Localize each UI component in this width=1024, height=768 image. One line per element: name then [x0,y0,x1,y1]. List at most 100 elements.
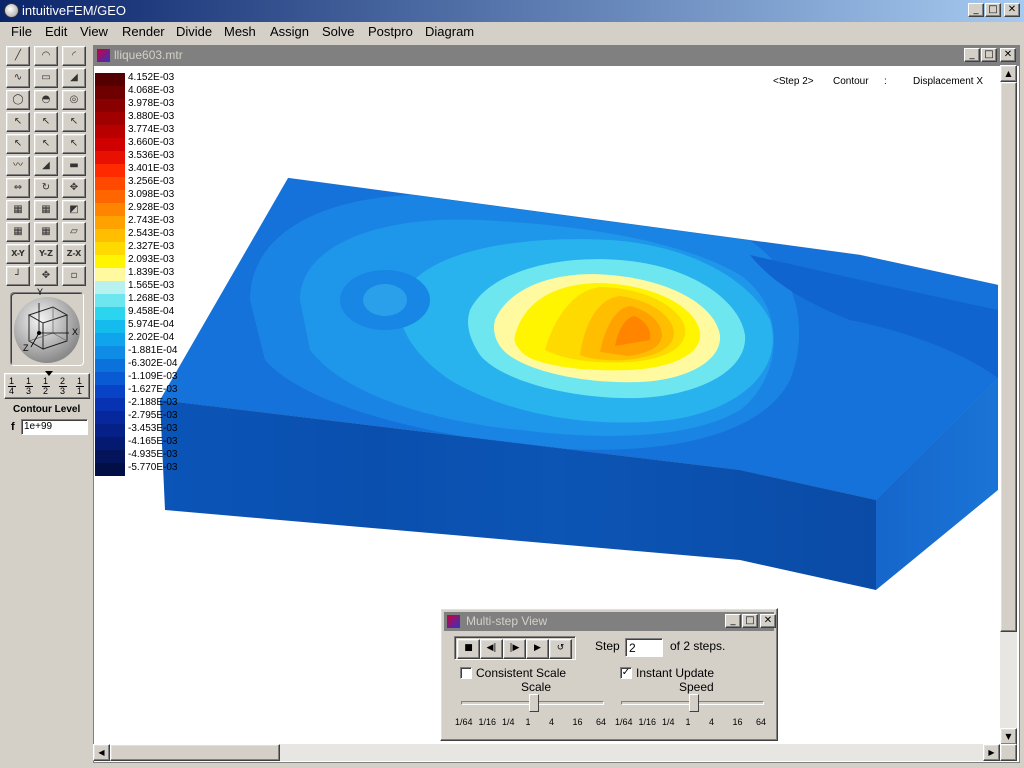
legend-label: 3.401E-03 [128,163,175,174]
legend-swatch [95,242,125,255]
size-grip[interactable] [1000,744,1017,761]
slider-tick-label: 1/16 [638,717,657,727]
legend-swatch [95,307,125,320]
instant-update-label: Instant Update [636,666,715,680]
legend-swatch [95,216,125,229]
legend-label: -6.302E-04 [128,358,178,369]
play-icon[interactable]: ▶ [526,639,549,659]
legend-swatch [95,73,125,86]
slider-tick-label: 1/4 [502,717,515,727]
legend-label: 5.974E-04 [128,319,175,330]
legend-swatch [95,398,125,411]
slider-tick-label: 1/4 [662,717,675,727]
slider-tick-label: 1 [525,717,531,727]
step-input[interactable]: 2 [625,638,663,657]
scroll-up-icon[interactable]: ▲ [1000,65,1017,82]
legend-label: 3.660E-03 [128,137,175,148]
legend-label: -2.188E-03 [128,397,178,408]
legend-label: 1.268E-03 [128,293,175,304]
legend-label: 1.839E-03 [128,267,175,278]
legend-swatch [95,164,125,177]
legend-label: -4.165E-03 [128,436,178,447]
playback-controls: ■ ◀| |▶ ▶ ↺ [454,636,576,660]
legend-swatch [95,255,125,268]
vertical-scrollbar[interactable]: ▲ ▼ [1000,65,1017,745]
slider-tick-label: 1/64 [615,717,633,727]
slider-tick-label: 4 [549,717,555,727]
legend-swatch [95,450,125,463]
scroll-left-icon[interactable]: ◀ [93,744,110,761]
scroll-right-icon[interactable]: ▶ [983,744,1000,761]
legend-label: 4.068E-03 [128,85,175,96]
legend-label: 3.880E-03 [128,111,175,122]
legend-label: 3.098E-03 [128,189,175,200]
legend-swatch [95,333,125,346]
legend-label: 2.327E-03 [128,241,175,252]
legend-swatch [95,177,125,190]
legend-swatch [95,372,125,385]
legend-swatch [95,437,125,450]
scale-slider-thumb[interactable] [528,694,539,712]
legend-swatch [95,281,125,294]
legend-label: 3.536E-03 [128,150,175,161]
dialog-minimize-button[interactable]: _ [725,614,741,628]
instant-update-checkbox[interactable]: ✓ [620,667,632,679]
slider-tick-label: 16 [572,717,583,727]
vertical-scroll-thumb[interactable] [1000,82,1017,632]
legend-swatch [95,268,125,281]
slider-tick-label: 1 [685,717,691,727]
legend-swatch [95,359,125,372]
legend-label: 3.978E-03 [128,98,175,109]
legend-label: -1.627E-03 [128,384,178,395]
consistent-scale-checkbox[interactable] [460,667,472,679]
slider-tick-label: 16 [732,717,743,727]
legend-swatch [95,385,125,398]
legend-swatch [95,346,125,359]
step-label: Step [595,639,620,653]
legend-label: 2.093E-03 [128,254,175,265]
legend-label: 2.202E-04 [128,332,175,343]
legend-swatch [95,411,125,424]
speed-slider-thumb[interactable] [688,694,699,712]
legend-label: -3.453E-03 [128,423,178,434]
legend-label: 2.743E-03 [128,215,175,226]
legend-swatch [95,99,125,112]
legend-label: 2.928E-03 [128,202,175,213]
dialog-close-button[interactable]: ✕ [760,614,776,628]
legend-label: 9.458E-04 [128,306,175,317]
stop-icon[interactable]: ■ [457,639,480,659]
legend-swatch [95,203,125,216]
scroll-down-icon[interactable]: ▼ [1000,728,1017,745]
legend-swatch [95,424,125,437]
legend-swatch [95,294,125,307]
legend-swatch [95,125,125,138]
legend-label: -1.881E-04 [128,345,178,356]
legend-label: 2.543E-03 [128,228,175,239]
legend-swatch [95,151,125,164]
speed-label: Speed [679,680,714,694]
legend-label: 3.774E-03 [128,124,175,135]
legend-label: -2.795E-03 [128,410,178,421]
total-steps-label: of 2 steps. [670,639,726,653]
legend-swatch [95,86,125,99]
legend-swatch [95,463,125,476]
slider-tick-label: 1/16 [478,717,497,727]
dialog-maximize-button[interactable]: □ [742,614,758,628]
step-forward-icon[interactable]: |▶ [503,639,526,659]
legend-label: 3.256E-03 [128,176,175,187]
legend-label: -4.935E-03 [128,449,178,460]
legend-swatch [95,320,125,333]
legend-label: -1.109E-03 [128,371,178,382]
legend-swatch [95,229,125,242]
dialog-icon [447,615,460,628]
legend-label: -5.770E-03 [128,462,178,473]
slider-tick-label: 64 [596,717,607,727]
step-back-icon[interactable]: ◀| [480,639,503,659]
scale-label: Scale [521,680,552,694]
loop-icon[interactable]: ↺ [549,639,572,659]
consistent-scale-label: Consistent Scale [476,666,567,680]
legend-swatch [95,112,125,125]
horizontal-scrollbar[interactable]: ◀ ▶ [93,744,1000,761]
horizontal-scroll-thumb[interactable] [110,744,280,761]
slider-tick-label: 1/64 [455,717,473,727]
